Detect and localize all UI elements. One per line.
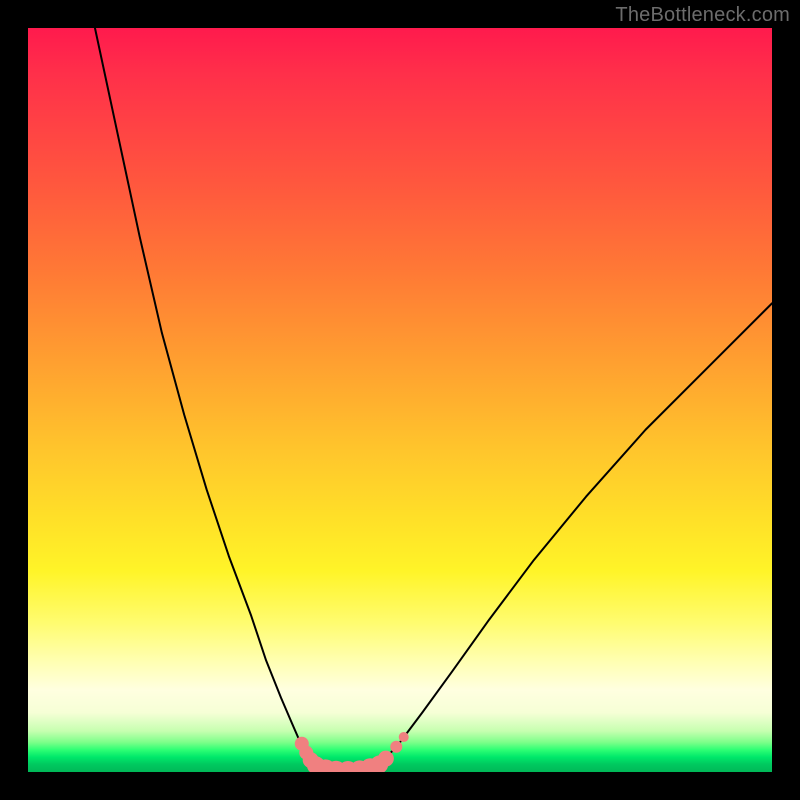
valley-marker bbox=[399, 732, 409, 742]
outer-black-frame: TheBottleneck.com bbox=[0, 0, 800, 800]
chart-svg bbox=[28, 28, 772, 772]
watermark-text: TheBottleneck.com bbox=[615, 4, 790, 27]
valley-marker bbox=[378, 751, 394, 767]
curve-layer bbox=[95, 28, 772, 771]
plot-area bbox=[28, 28, 772, 772]
valley-marker bbox=[390, 741, 402, 753]
bottleneck-curve bbox=[95, 28, 772, 771]
